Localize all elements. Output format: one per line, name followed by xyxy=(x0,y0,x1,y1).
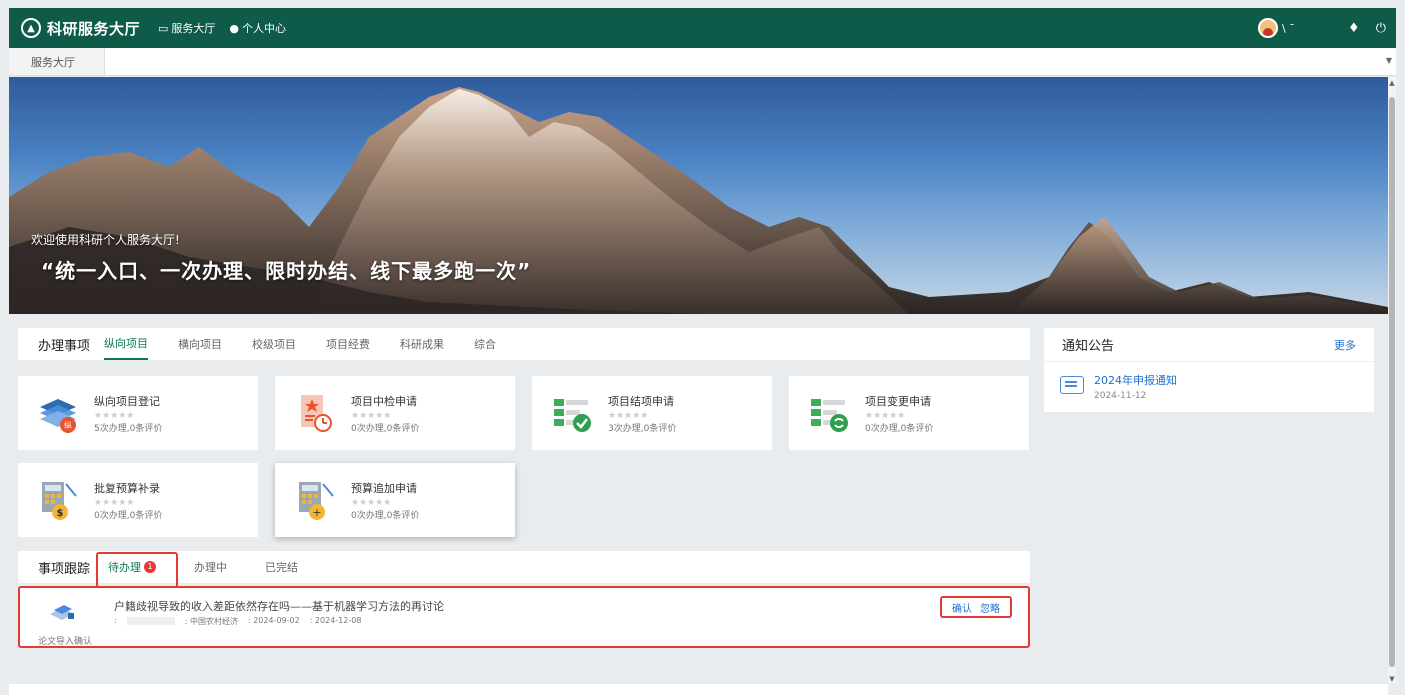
user-icon: ● xyxy=(229,21,240,35)
start-date: : 2024-09-02 xyxy=(247,616,300,625)
card-title: 项目变更申请 xyxy=(865,394,931,408)
stack-register-icon: 纵 xyxy=(36,391,80,435)
service-card-vertical-register[interactable]: 纵 纵向项目登记 ★★★★★ 5次办理,0条评价 xyxy=(18,376,258,450)
avatar[interactable] xyxy=(1258,18,1279,38)
logo-icon: ▲ xyxy=(21,18,41,38)
user-name[interactable]: \ ˉ xyxy=(1282,22,1332,35)
scroll-thumb[interactable] xyxy=(1389,97,1395,667)
services-panel-header: 办理事项 纵向项目 横向项目 校级项目 项目经费 科研成果 综合 xyxy=(18,328,1030,360)
bell-icon[interactable]: ♦ xyxy=(1348,21,1360,36)
author-label: : xyxy=(114,616,117,625)
tab-comprehensive[interactable]: 综合 xyxy=(474,328,496,360)
tracking-title: 事项跟踪 xyxy=(38,561,91,577)
rating-stars: ★★★★★ xyxy=(865,410,906,421)
footer-strip xyxy=(9,684,1388,695)
list-refresh-icon xyxy=(807,391,851,435)
notice-title: 通知公告 xyxy=(1062,339,1115,354)
logo[interactable]: ▲ 科研服务大厅 xyxy=(21,18,140,39)
tracking-list-item[interactable]: 论文导入确认 户籍歧视导致的收入差距依然存在吗——基于机器学习方法的再讨论 : … xyxy=(18,586,1030,648)
nav-item-label: 服务大厅 xyxy=(171,22,216,35)
tab-research-results[interactable]: 科研成果 xyxy=(400,328,444,360)
calculator-plus-icon: + xyxy=(293,478,337,522)
service-card-completion[interactable]: 项目结项申请 ★★★★★ 3次办理,0条评价 xyxy=(532,376,772,450)
journal: : 中国农村经济 xyxy=(184,617,238,626)
nav-item-service-hall[interactable]: ▭ 服务大厅 xyxy=(158,20,215,36)
nav-item-personal-center[interactable]: ● 个人中心 xyxy=(229,20,286,36)
tab-school-projects[interactable]: 校级项目 xyxy=(252,328,296,360)
page-tab-strip: 服务大厅 ▼ xyxy=(9,48,1396,76)
highlight-box-pending-tab xyxy=(96,552,178,588)
svg-text:纵: 纵 xyxy=(64,421,72,430)
paper-import-icon xyxy=(48,602,78,622)
card-stats: 5次办理,0条评价 xyxy=(94,423,163,434)
card-title: 项目结项申请 xyxy=(608,394,674,408)
scroll-down-icon[interactable]: ▼ xyxy=(1388,675,1396,683)
main-nav: ▭ 服务大厅 ● 个人中心 xyxy=(158,20,300,36)
end-date: : 2024-12-08 xyxy=(309,616,362,625)
tab-horizontal-projects[interactable]: 横向项目 xyxy=(178,328,222,360)
rating-stars: ★★★★★ xyxy=(351,497,392,508)
page-scrollbar[interactable]: ▲ ▼ xyxy=(1388,77,1396,683)
service-card-budget-supplement[interactable]: $ 批复预算补录 ★★★★★ 0次办理,0条评价 xyxy=(18,463,258,537)
top-navbar: ▲ 科研服务大厅 ▭ 服务大厅 ● 个人中心 \ ˉ ♦ ⏻ xyxy=(9,8,1396,48)
banner-slogan: “统一入口、一次办理、限时办结、线下最多跑一次” xyxy=(41,259,532,283)
ignore-button[interactable]: 忽略 xyxy=(980,600,1000,615)
confirm-button[interactable]: 确认 xyxy=(952,600,972,615)
tab-in-progress[interactable]: 办理中 xyxy=(194,551,227,583)
power-icon[interactable]: ⏻ xyxy=(1376,21,1386,36)
notice-header: 通知公告 更多 xyxy=(1044,328,1374,362)
welcome-text: 欢迎使用科研个人服务大厅! xyxy=(31,233,180,247)
card-stats: 0次办理,0条评价 xyxy=(865,423,934,434)
card-title: 批复预算补录 xyxy=(94,481,160,495)
card-stats: 0次办理,0条评价 xyxy=(94,510,163,521)
chevron-down-icon[interactable]: ▼ xyxy=(1386,56,1392,65)
rating-stars: ★★★★★ xyxy=(608,410,649,421)
list-check-icon xyxy=(550,391,594,435)
notice-date: 2024-11-12 xyxy=(1094,391,1147,401)
item-title[interactable]: 户籍歧视导致的收入差距依然存在吗——基于机器学习方法的再讨论 xyxy=(114,598,444,614)
rating-stars: ★★★★★ xyxy=(94,410,135,421)
tab-service-hall[interactable]: 服务大厅 xyxy=(9,48,105,75)
tab-completed[interactable]: 已完结 xyxy=(265,551,298,583)
scroll-up-icon[interactable]: ▲ xyxy=(1388,79,1396,87)
tab-project-funds[interactable]: 项目经费 xyxy=(326,328,370,360)
document-clock-icon xyxy=(293,391,337,435)
notice-link[interactable]: 2024年申报通知 xyxy=(1094,372,1177,388)
card-stats: 3次办理,0条评价 xyxy=(608,423,677,434)
card-title: 项目中检申请 xyxy=(351,394,417,408)
service-card-midterm-check[interactable]: 项目中检申请 ★★★★★ 0次办理,0条评价 xyxy=(275,376,515,450)
card-title: 预算追加申请 xyxy=(351,481,417,495)
calculator-dollar-icon: $ xyxy=(36,478,80,522)
services-title: 办理事项 xyxy=(38,338,91,354)
monitor-icon: ▭ xyxy=(158,21,169,35)
item-meta: : : 中国农村经济 : 2024-09-02 : 2024-12-08 xyxy=(114,616,371,627)
logo-text: 科研服务大厅 xyxy=(47,19,141,38)
svg-text:$: $ xyxy=(57,508,64,519)
more-link[interactable]: 更多 xyxy=(1334,337,1356,353)
rating-stars: ★★★★★ xyxy=(351,410,392,421)
item-type: 论文导入确认 xyxy=(38,637,93,647)
author-redacted xyxy=(126,617,175,625)
message-icon xyxy=(1060,376,1084,394)
notice-item[interactable]: 2024年申报通知 2024-11-12 xyxy=(1044,362,1374,401)
rating-stars: ★★★★★ xyxy=(94,497,135,508)
notice-panel: 通知公告 更多 2024年申报通知 2024-11-12 xyxy=(1044,328,1374,412)
nav-item-label: 个人中心 xyxy=(242,22,287,35)
tab-vertical-projects[interactable]: 纵向项目 xyxy=(104,328,149,360)
service-card-change[interactable]: 项目变更申请 ★★★★★ 0次办理,0条评价 xyxy=(789,376,1029,450)
svg-text:+: + xyxy=(312,506,321,519)
user-area: \ ˉ ♦ ⏻ xyxy=(1258,18,1386,38)
card-stats: 0次办理,0条评价 xyxy=(351,510,420,521)
hero-banner: 欢迎使用科研个人服务大厅! “统一入口、一次办理、限时办结、线下最多跑一次” xyxy=(9,77,1388,314)
card-stats: 0次办理,0条评价 xyxy=(351,423,420,434)
card-title: 纵向项目登记 xyxy=(94,394,160,408)
item-actions: 确认 忽略 xyxy=(940,596,1012,618)
service-card-budget-addition[interactable]: + 预算追加申请 ★★★★★ 0次办理,0条评价 xyxy=(275,463,515,537)
